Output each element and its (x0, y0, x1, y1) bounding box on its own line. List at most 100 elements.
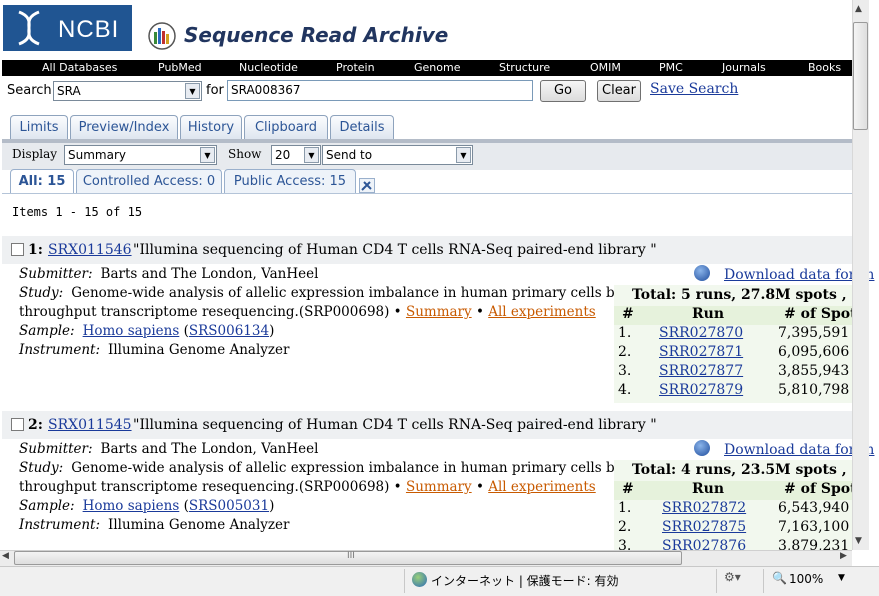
runs-total: Total: 4 runs, 23.5M spots , 2.1G (632, 462, 852, 478)
display-label: Display (12, 147, 58, 161)
run-spots: 5,810,798 (778, 382, 850, 398)
instrument-label: Instrument: (19, 517, 100, 533)
study-label: Study: (19, 285, 64, 301)
study-value: Genome-wide analysis of allelic expressi… (71, 285, 657, 301)
db-link-protein[interactable]: Protein (336, 61, 375, 74)
horizontal-scroll-thumb[interactable]: III (14, 551, 682, 565)
download-globe-icon (694, 265, 710, 281)
scroll-left-arrow-icon[interactable]: ◀ (2, 551, 9, 561)
sample-organism-link[interactable]: Homo sapiens (83, 323, 180, 339)
db-link-genome[interactable]: Genome (414, 61, 460, 74)
clear-button[interactable]: Clear (597, 80, 641, 102)
instrument-value: Illumina Genome Analyzer (108, 517, 290, 533)
tools-icon[interactable] (359, 178, 375, 193)
run-row: 1. SRR027870 7,395,591 (614, 325, 852, 344)
study-label: Study: (19, 460, 64, 476)
record-checkbox[interactable] (11, 418, 24, 431)
tab-preview-index[interactable]: Preview/Index (70, 115, 178, 140)
tab-all[interactable]: All: 15 (10, 169, 74, 194)
run-row: 4. SRR027879 5,810,798 (614, 382, 852, 401)
db-link-structure[interactable]: Structure (499, 61, 550, 74)
scroll-down-arrow-icon[interactable]: ▼ (855, 536, 862, 546)
col-num: # (622, 481, 634, 497)
logo-text: NCBI (58, 16, 120, 43)
run-row: 2. SRR027871 6,095,606 (614, 344, 852, 363)
all-experiments-link[interactable]: All experiments (488, 304, 596, 320)
tab-limits[interactable]: Limits (10, 115, 68, 140)
run-link[interactable]: SRR027872 (662, 500, 746, 516)
col-run: Run (692, 481, 724, 497)
record-number: 1: (28, 242, 43, 258)
db-link-all[interactable]: All Databases (42, 61, 117, 74)
chevron-down-icon: ▼ (200, 147, 215, 163)
download-data-link[interactable]: Download data for th (694, 265, 874, 283)
tab-clipboard[interactable]: Clipboard (244, 115, 328, 140)
run-link[interactable]: SRR027876 (662, 538, 746, 550)
send-to-select[interactable]: Send to ▼ (322, 145, 473, 165)
col-spots: # of Spots (784, 481, 852, 497)
zoom-dropdown-icon[interactable]: ▼ (838, 573, 845, 583)
save-search-link[interactable]: Save Search (650, 81, 738, 97)
db-link-journals[interactable]: Journals (722, 61, 766, 74)
tab-history[interactable]: History (180, 115, 242, 140)
run-index: 4. (618, 382, 632, 398)
chevron-down-icon: ▼ (456, 147, 471, 163)
run-index: 1. (618, 325, 632, 341)
zoom-level[interactable]: 100% (789, 572, 823, 586)
status-divider (716, 569, 717, 593)
items-count: Items 1 - 15 of 15 (12, 205, 143, 219)
run-link[interactable]: SRR027877 (659, 363, 743, 379)
db-link-pmc[interactable]: PMC (659, 61, 683, 74)
db-link-nucleotide[interactable]: Nucleotide (239, 61, 298, 74)
db-link-omim[interactable]: OMIM (590, 61, 621, 74)
display-select[interactable]: Summary ▼ (64, 145, 217, 165)
run-link[interactable]: SRR027871 (659, 344, 743, 360)
sample-id-link[interactable]: SRS006134 (189, 323, 269, 339)
vertical-scroll-thumb[interactable] (853, 22, 868, 130)
database-select-value: SRA (57, 84, 81, 98)
scroll-up-arrow-icon[interactable]: ▲ (855, 4, 862, 14)
run-index: 2. (618, 519, 632, 535)
run-link[interactable]: SRR027875 (662, 519, 746, 535)
sample-label: Sample: (19, 498, 75, 514)
security-zone-text[interactable]: インターネット | 保護モード: 有効 (431, 572, 619, 589)
db-link-books[interactable]: Books (808, 61, 841, 74)
sample-id-link[interactable]: SRS005031 (189, 498, 269, 514)
record-checkbox[interactable] (11, 243, 24, 256)
tab-controlled-access[interactable]: Controlled Access: 0 (76, 169, 222, 193)
ncbi-logo[interactable]: NCBI (3, 5, 132, 51)
summary-link[interactable]: Summary (406, 304, 472, 320)
db-link-pubmed[interactable]: PubMed (158, 61, 202, 74)
sample-label: Sample: (19, 323, 75, 339)
study-value-cont: throughput transcriptome resequencing.(S… (19, 304, 402, 320)
show-count-select[interactable]: 20 ▼ (271, 145, 321, 165)
download-data-link[interactable]: Download data for th (694, 440, 874, 458)
run-index: 3. (618, 538, 632, 550)
zoom-icon[interactable]: 🔍 (772, 571, 787, 585)
record-details: Submitter: Barts and The London, VanHeel … (19, 440, 657, 535)
col-run: Run (692, 306, 724, 322)
run-link[interactable]: SRR027870 (659, 325, 743, 341)
send-to-value: Send to (326, 148, 373, 162)
record-accession-link[interactable]: SRX011545 (48, 417, 132, 433)
protected-mode-icon[interactable]: ⚙▾ (724, 570, 741, 584)
for-label: for (206, 83, 224, 98)
record-title: "Illumina sequencing of Human CD4 T cell… (133, 242, 657, 258)
run-spots: 6,095,606 (778, 344, 850, 360)
run-link[interactable]: SRR027879 (659, 382, 743, 398)
runs-header-row: # Run # of Spots (614, 481, 852, 500)
bullet: • (475, 479, 484, 495)
tab-details[interactable]: Details (330, 115, 394, 140)
search-input[interactable]: SRA008367 (227, 80, 533, 101)
all-experiments-link[interactable]: All experiments (488, 479, 596, 495)
record-accession-link[interactable]: SRX011546 (48, 242, 132, 258)
runs-header-row: # Run # of Spots (614, 306, 852, 325)
summary-link[interactable]: Summary (406, 479, 472, 495)
status-divider (763, 569, 764, 593)
go-button[interactable]: Go (540, 80, 586, 102)
scroll-right-arrow-icon[interactable]: ▶ (840, 551, 847, 561)
tab-public-access[interactable]: Public Access: 15 (224, 169, 356, 193)
sample-organism-link[interactable]: Homo sapiens (83, 498, 180, 514)
run-index: 2. (618, 344, 632, 360)
database-select[interactable]: SRA ▼ (53, 81, 202, 101)
